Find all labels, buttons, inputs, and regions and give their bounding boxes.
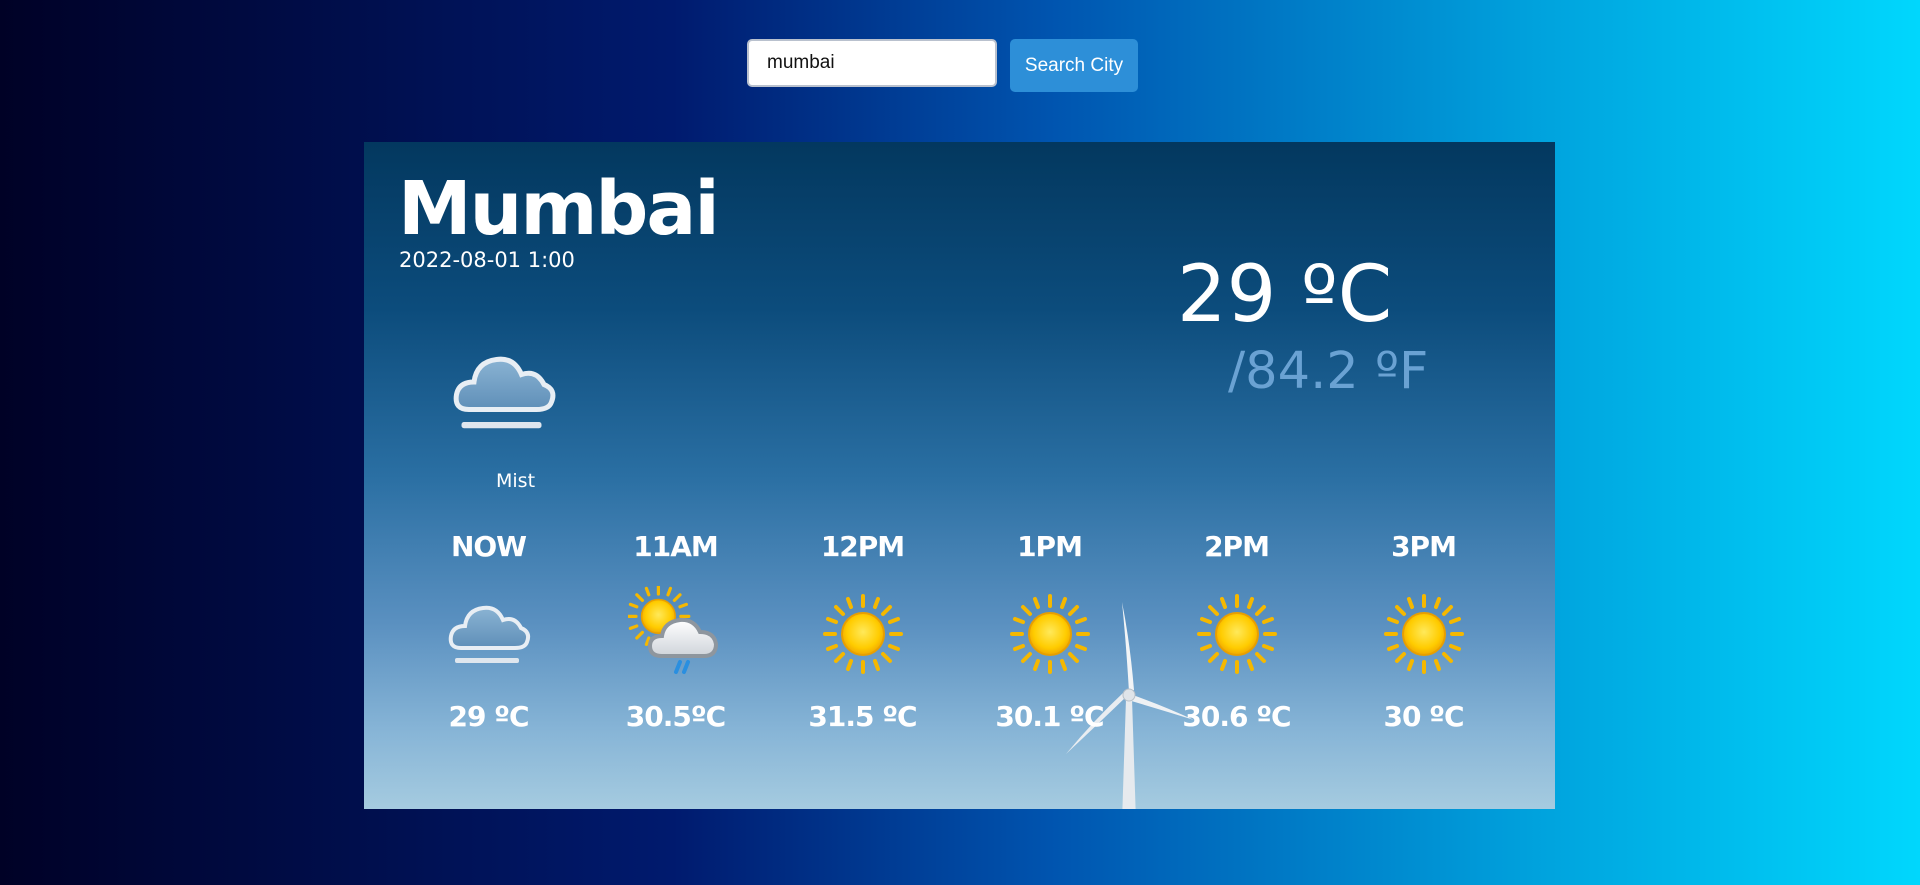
forecast-item: 2PM 30.6 ºC: [1143, 530, 1330, 733]
forecast-item: 1PM 30.1 ºC: [956, 530, 1143, 733]
mist-icon: [448, 605, 530, 665]
sun-icon: [822, 594, 903, 674]
temperature-fahrenheit: /84.2 ºF: [1228, 342, 1429, 401]
local-datetime: 2022-08-01 1:00: [399, 248, 575, 272]
forecast-time: 12PM: [820, 530, 905, 563]
search-city-button[interactable]: Search City: [1010, 39, 1138, 92]
forecast-item: NOW 29 ºC: [395, 530, 582, 733]
sun-icon: [1196, 594, 1277, 674]
hourly-forecast: NOW 29 ºC 11AM 30.5ºC 12PM 31.5 ºC 1PM 3…: [395, 530, 1517, 733]
forecast-temp: 29 ºC: [448, 700, 529, 733]
forecast-time: 11AM: [633, 530, 718, 563]
mist-icon: [434, 332, 574, 452]
temperature-celsius: 29 ºC: [1177, 250, 1393, 340]
forecast-temp: 30.1 ºC: [995, 700, 1104, 733]
forecast-item: 3PM 30 ºC: [1330, 530, 1517, 733]
forecast-time: 3PM: [1391, 530, 1457, 563]
city-search-input[interactable]: [747, 39, 997, 87]
forecast-time: 2PM: [1204, 530, 1270, 563]
sun-icon: [1009, 594, 1090, 674]
forecast-temp: 31.5 ºC: [808, 700, 917, 733]
forecast-item: 11AM 30.5ºC: [582, 530, 769, 733]
forecast-temp: 30 ºC: [1383, 700, 1464, 733]
sun-icon: [1383, 594, 1464, 674]
forecast-time: NOW: [450, 530, 527, 563]
search-bar: Search City: [747, 39, 1138, 92]
patchy-rain-icon: [628, 586, 724, 682]
forecast-item: 12PM 31.5 ºC: [769, 530, 956, 733]
forecast-temp: 30.5ºC: [625, 700, 726, 733]
forecast-time: 1PM: [1017, 530, 1083, 563]
forecast-temp: 30.6 ºC: [1182, 700, 1291, 733]
weather-card: Mumbai 2022-08-01 1:00 Mist 29 ºC /84.2 …: [364, 142, 1555, 809]
condition-label: Mist: [496, 470, 536, 492]
city-name: Mumbai: [398, 166, 720, 252]
